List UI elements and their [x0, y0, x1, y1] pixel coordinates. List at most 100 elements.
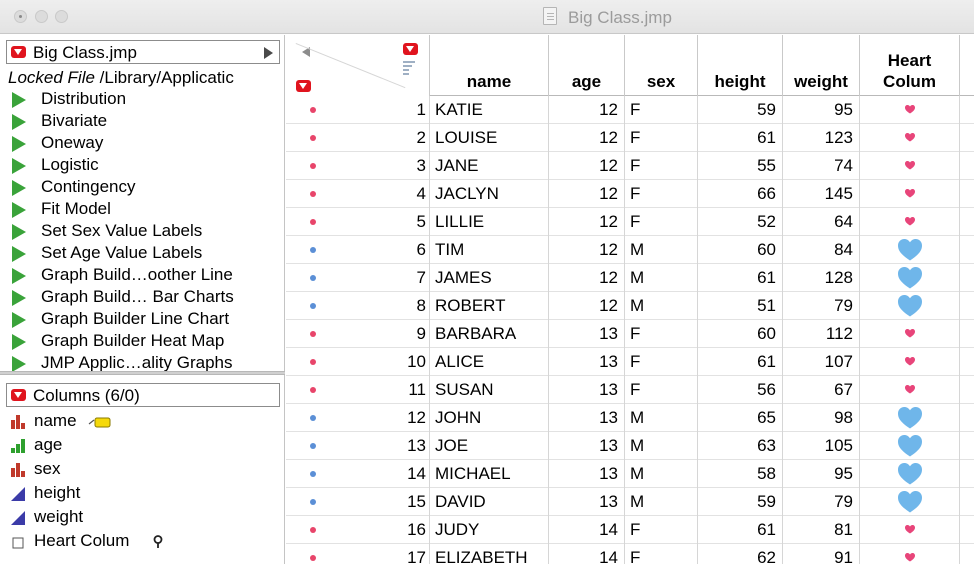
table-row[interactable]: 13 JOE 13 M 63 105	[286, 432, 974, 460]
table-row[interactable]: 6 TIM 12 M 60 84	[286, 236, 974, 264]
run-script-icon[interactable]	[12, 136, 26, 152]
cell-weight[interactable]: 79	[783, 488, 860, 516]
cell-height[interactable]: 61	[698, 348, 783, 376]
table-row[interactable]: 15 DAVID 13 M 59 79	[286, 488, 974, 516]
row-header[interactable]: 9	[286, 320, 430, 348]
cell-age[interactable]: 13	[549, 460, 625, 488]
table-row[interactable]: 9 BARBARA 13 F 60 112	[286, 320, 974, 348]
cell-heart-colum[interactable]	[860, 348, 960, 376]
cell-age[interactable]: 12	[549, 96, 625, 124]
cell-weight[interactable]: 79	[783, 292, 860, 320]
cell-name[interactable]: ALICE	[430, 348, 549, 376]
cell-sex[interactable]: F	[625, 152, 698, 180]
cell-heart-colum[interactable]	[860, 376, 960, 404]
cell-age[interactable]: 13	[549, 348, 625, 376]
cell-sex[interactable]: M	[625, 264, 698, 292]
minimize-window-button[interactable]	[35, 10, 48, 23]
cell-heart-colum[interactable]	[860, 152, 960, 180]
row-header[interactable]: 11	[286, 376, 430, 404]
cell-weight[interactable]: 84	[783, 236, 860, 264]
run-script-icon[interactable]	[12, 268, 26, 284]
cell-sex[interactable]: F	[625, 180, 698, 208]
cell-age[interactable]: 12	[549, 208, 625, 236]
cell-sex[interactable]: M	[625, 432, 698, 460]
cell-sex[interactable]: F	[625, 348, 698, 376]
cell-name[interactable]: JAMES	[430, 264, 549, 292]
cell-height[interactable]: 55	[698, 152, 783, 180]
cell-height[interactable]: 61	[698, 124, 783, 152]
table-row[interactable]: 12 JOHN 13 M 65 98	[286, 404, 974, 432]
cell-height[interactable]: 65	[698, 404, 783, 432]
cell-height[interactable]: 58	[698, 460, 783, 488]
row-header[interactable]: 12	[286, 404, 430, 432]
red-triangle-menu-icon[interactable]	[11, 46, 26, 58]
cell-height[interactable]: 52	[698, 208, 783, 236]
zoom-window-button[interactable]	[55, 10, 68, 23]
cell-weight[interactable]: 64	[783, 208, 860, 236]
cell-age[interactable]: 12	[549, 292, 625, 320]
cell-heart-colum[interactable]	[860, 320, 960, 348]
column-header-height[interactable]: height	[698, 35, 783, 96]
column-header-weight[interactable]: weight	[783, 35, 860, 96]
row-header[interactable]: 7	[286, 264, 430, 292]
cell-age[interactable]: 14	[549, 544, 625, 564]
cell-heart-colum[interactable]	[860, 236, 960, 264]
cell-heart-colum[interactable]	[860, 124, 960, 152]
cell-height[interactable]: 59	[698, 488, 783, 516]
cell-heart-colum[interactable]	[860, 404, 960, 432]
cell-age[interactable]: 12	[549, 124, 625, 152]
cell-heart-colum[interactable]	[860, 488, 960, 516]
close-window-button[interactable]	[14, 10, 27, 23]
red-triangle-menu-icon[interactable]	[11, 389, 26, 401]
cell-name[interactable]: ROBERT	[430, 292, 549, 320]
cell-sex[interactable]: F	[625, 516, 698, 544]
cell-age[interactable]: 12	[549, 264, 625, 292]
row-header[interactable]: 3	[286, 152, 430, 180]
cell-heart-colum[interactable]	[860, 292, 960, 320]
cell-heart-colum[interactable]	[860, 180, 960, 208]
row-header[interactable]: 1	[286, 96, 430, 124]
cell-age[interactable]: 12	[549, 152, 625, 180]
cell-age[interactable]: 13	[549, 376, 625, 404]
cell-age[interactable]: 13	[549, 320, 625, 348]
cell-age[interactable]: 12	[549, 180, 625, 208]
table-row[interactable]: 17 ELIZABETH 14 F 62 91	[286, 544, 974, 564]
run-script-icon[interactable]	[12, 312, 26, 328]
columns-outline-header[interactable]: Columns (6/0)	[6, 383, 280, 407]
cell-heart-colum[interactable]	[860, 432, 960, 460]
table-row[interactable]: 4 JACLYN 12 F 66 145	[286, 180, 974, 208]
cell-weight[interactable]: 112	[783, 320, 860, 348]
column-header-sex[interactable]: sex	[625, 35, 698, 96]
cell-height[interactable]: 51	[698, 292, 783, 320]
table-row[interactable]: 11 SUSAN 13 F 56 67	[286, 376, 974, 404]
cell-sex[interactable]: F	[625, 208, 698, 236]
cell-sex[interactable]: F	[625, 124, 698, 152]
cell-name[interactable]: ELIZABETH	[430, 544, 549, 564]
cell-weight[interactable]: 91	[783, 544, 860, 564]
cell-weight[interactable]: 107	[783, 348, 860, 376]
row-header[interactable]: 6	[286, 236, 430, 264]
table-row[interactable]: 2 LOUISE 12 F 61 123	[286, 124, 974, 152]
run-script-icon[interactable]	[12, 114, 26, 130]
cell-weight[interactable]: 67	[783, 376, 860, 404]
cell-name[interactable]: MICHAEL	[430, 460, 549, 488]
cell-height[interactable]: 56	[698, 376, 783, 404]
cell-name[interactable]: BARBARA	[430, 320, 549, 348]
column-header-name[interactable]: name	[430, 35, 549, 96]
row-header[interactable]: 15	[286, 488, 430, 516]
cell-height[interactable]: 62	[698, 544, 783, 564]
row-header[interactable]: 13	[286, 432, 430, 460]
run-script-icon[interactable]	[12, 180, 26, 196]
cell-heart-colum[interactable]	[860, 264, 960, 292]
row-header[interactable]: 2	[286, 124, 430, 152]
run-script-icon[interactable]	[12, 92, 26, 108]
row-header[interactable]: 10	[286, 348, 430, 376]
row-header[interactable]: 16	[286, 516, 430, 544]
cell-name[interactable]: JACLYN	[430, 180, 549, 208]
cell-age[interactable]: 12	[549, 236, 625, 264]
cell-heart-colum[interactable]	[860, 544, 960, 564]
cell-heart-colum[interactable]	[860, 208, 960, 236]
cell-sex[interactable]: F	[625, 96, 698, 124]
cell-name[interactable]: SUSAN	[430, 376, 549, 404]
row-header[interactable]: 17	[286, 544, 430, 564]
